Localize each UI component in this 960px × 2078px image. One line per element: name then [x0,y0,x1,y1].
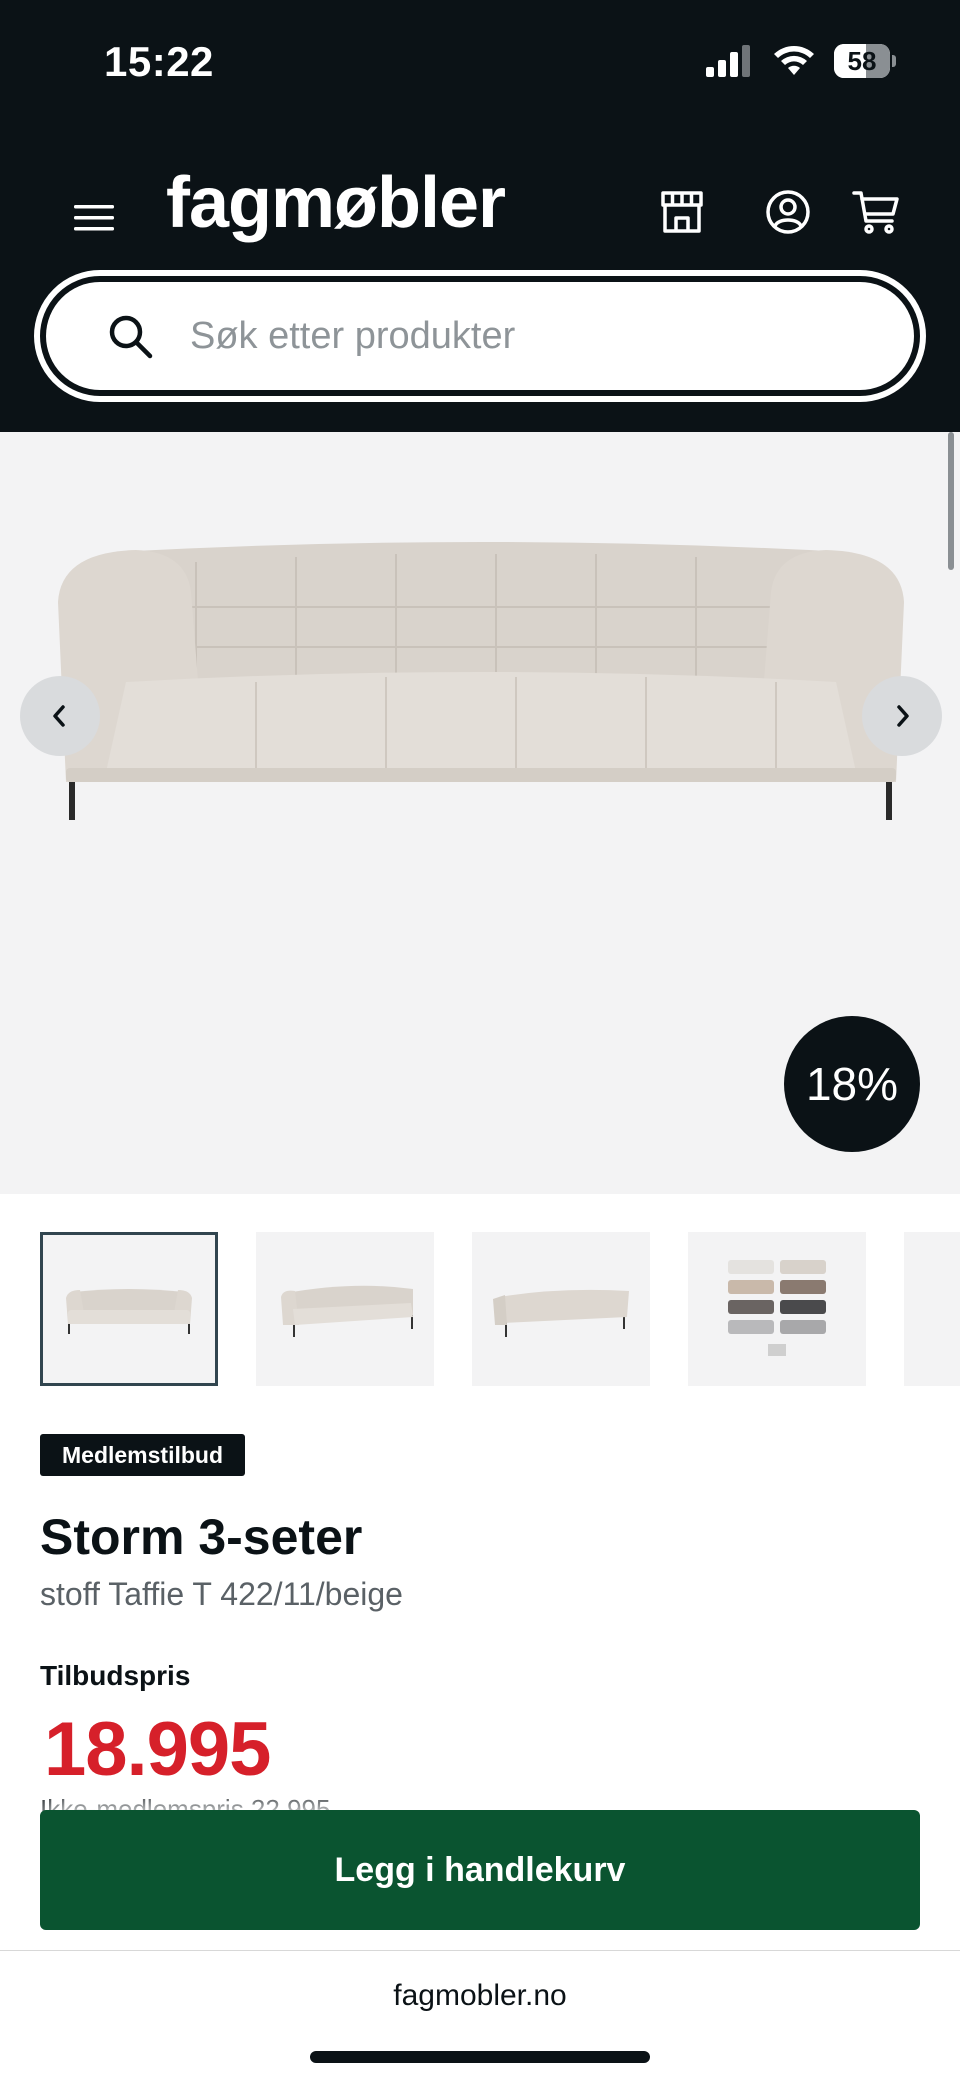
sofa-photo [58,542,904,820]
product-title: Storm 3-seter [40,1509,363,1565]
wifi-icon [774,46,814,75]
search-input[interactable] [190,314,830,358]
more-thumbnail[interactable] [904,1232,960,1386]
search-icon[interactable] [106,312,154,360]
status-icons: 58 [706,44,896,78]
url-display[interactable]: fagmobler.no [0,1979,960,2013]
site-logo[interactable]: fagmøbler [166,162,506,244]
status-time: 15:22 [104,38,214,85]
status-bar: 15:22 58 [0,0,960,122]
thumbnail-strip [40,1232,960,1386]
previous-image-button[interactable] [20,676,100,756]
user-account-icon [766,190,810,234]
sofa-angle-thumbnail[interactable] [256,1232,434,1386]
store-icon [661,191,703,233]
user-account-button[interactable] [760,184,816,240]
member-offer-badge: Medlemstilbud [40,1434,246,1476]
chevron-right-icon [897,705,909,727]
product-gallery[interactable]: 18% [0,432,960,1194]
browser-address-bar: fagmobler.no [0,1950,960,2078]
hamburger-menu-icon [74,205,114,231]
offer-price: 18.995 [44,1707,271,1792]
fabric-swatches-thumbnail[interactable] [688,1232,866,1386]
hamburger-menu-button[interactable] [68,192,120,244]
price-label: Tilbudspris [40,1660,191,1691]
shopping-cart-button[interactable] [848,184,904,240]
cellular-signal-icon [706,45,750,77]
search-bar [34,270,926,402]
home-indicator[interactable] [310,2051,650,2063]
site-header: fagmøbler [0,122,960,432]
page-scrollbar[interactable] [948,432,954,570]
chevron-left-icon [53,705,65,727]
next-image-button[interactable] [862,676,942,756]
shopping-cart-icon [852,191,899,234]
sofa-back-thumbnail[interactable] [472,1232,650,1386]
battery-level: 58 [847,46,877,76]
add-to-cart-button[interactable]: Legg i handlekurv [40,1810,920,1930]
sofa-front-thumbnail[interactable] [40,1232,218,1386]
store-button[interactable] [654,184,710,240]
discount-badge: 18% [784,1016,920,1152]
battery-icon: 58 [834,44,896,78]
search-box[interactable] [46,282,914,390]
product-variant: stoff Taffie T 422/11/beige [40,1576,403,1612]
